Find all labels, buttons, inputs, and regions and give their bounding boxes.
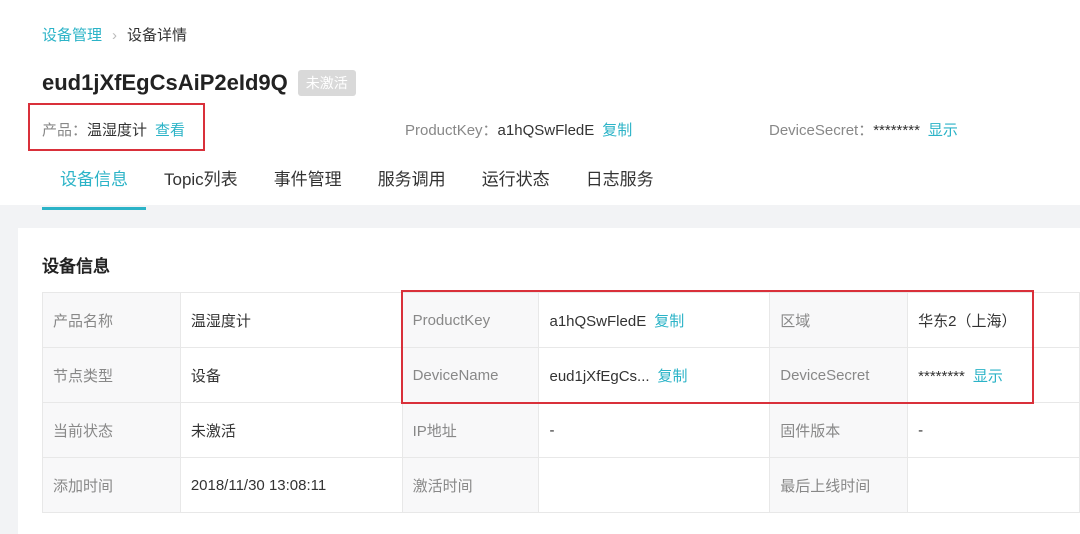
device-name: eud1jXfEgCsAiP2eId9Q [42,70,288,95]
field-value: 温湿度计 [179,292,403,348]
table-row: 添加时间 2018/11/30 13:08:11 激活时间 最后上线时间 [42,457,1080,513]
devicesecret-value: ******** [873,122,920,139]
tab-event-management[interactable]: 事件管理 [256,162,360,210]
chevron-right-icon: › [112,27,118,44]
label-text: 添加时间 [53,477,114,495]
breadcrumb: 设备管理 › 设备详情 [42,24,187,45]
field-value: 设备 [179,347,403,403]
field-value [907,457,1080,513]
copy-productkey-link[interactable]: 复制 [602,122,632,139]
tab-device-info[interactable]: 设备信息 [42,162,146,210]
value-text: 2018/11/30 13:08:11 [190,476,327,494]
page-header: 设备管理 › 设备详情 eud1jXfEgCsAiP2eId9Q 未激活 产品：温湿… [0,0,1080,210]
value-text: 设备 [190,367,221,385]
value-text: - [918,421,924,439]
page-title: eud1jXfEgCsAiP2eId9Q 未激活 [42,70,356,96]
devicesecret-meta: DeviceSecret：******** 显示 [769,119,958,140]
field-label: 当前状态 [42,402,181,458]
device-info-card: 设备信息 产品名称 温湿度计 ProductKey a1hQSwFledE 复制 区域 华东… [18,228,1080,534]
devicesecret-label: DeviceSecret： [769,122,874,139]
field-label: 产品名称 [42,292,181,348]
tab-running-status[interactable]: 运行状态 [464,162,568,210]
tab-log-service[interactable]: 日志服务 [568,162,672,210]
field-label: 激活时间 [401,457,540,513]
value-text: 温湿度计 [190,312,251,330]
breadcrumb-device-management[interactable]: 设备管理 [42,27,102,44]
field-label: 节点类型 [42,347,181,403]
tab-service-call[interactable]: 服务调用 [360,162,464,210]
tab-bar: 设备信息 Topic列表 事件管理 服务调用 运行状态 日志服务 [42,162,672,210]
field-value [538,457,771,513]
field-value: 未激活 [179,402,403,458]
label-text: IP地址 [412,422,457,440]
tab-topic-list[interactable]: Topic列表 [146,162,256,210]
highlight-box [401,290,1034,404]
label-text: 激活时间 [412,477,473,495]
field-label: 固件版本 [769,402,909,458]
label-text: 最后上线时间 [780,477,871,495]
table-row: 当前状态 未激活 IP地址 - 固件版本 - [42,402,1080,458]
field-label: IP地址 [401,402,540,458]
label-text: 产品名称 [53,312,114,330]
productkey-value: a1hQSwFledE [497,122,595,139]
productkey-label: ProductKey： [405,122,498,139]
section-title: 设备信息 [42,257,110,276]
value-text: - [549,421,555,439]
value-text: 未激活 [190,422,236,440]
field-value: 2018/11/30 13:08:11 [179,457,403,513]
breadcrumb-current: 设备详情 [127,27,188,44]
field-label: 最后上线时间 [769,457,909,513]
label-text: 固件版本 [780,422,841,440]
label-text: 节点类型 [53,367,114,385]
label-text: 当前状态 [53,422,114,440]
field-value: - [538,402,771,458]
field-value: - [907,402,1080,458]
productkey-meta: ProductKey：a1hQSwFledE 复制 [405,119,632,140]
highlight-box [28,103,205,151]
status-badge: 未激活 [297,70,356,96]
field-label: 添加时间 [42,457,181,513]
show-secret-link[interactable]: 显示 [928,122,958,139]
